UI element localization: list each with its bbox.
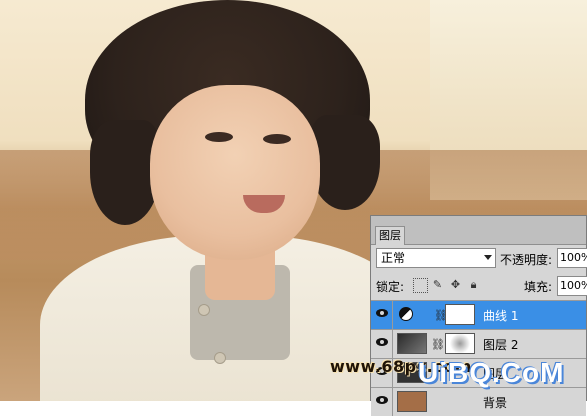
watermark-logo: UiBQ.CoM	[418, 357, 565, 388]
chevron-down-icon	[484, 255, 492, 260]
visibility-toggle[interactable]	[371, 388, 393, 416]
layer-thumb[interactable]	[397, 391, 427, 412]
layer-mask-thumb[interactable]	[445, 304, 475, 325]
child-face	[150, 85, 320, 260]
visibility-toggle[interactable]	[371, 330, 393, 358]
child-eye-left	[205, 132, 233, 142]
adjustment-layer-icon	[399, 307, 413, 321]
layer-name: 背景	[483, 396, 508, 410]
child-eye-right	[263, 134, 291, 144]
layer-name: 图层 2	[483, 338, 519, 352]
lock-row: 锁定: ✎ ✥ 🔒︎ 填充: 100%	[371, 274, 587, 298]
shirt-button	[214, 352, 226, 364]
blend-mode-select[interactable]: 正常	[376, 248, 496, 268]
shirt-button	[198, 304, 210, 316]
panel-tabbar: 图层	[371, 216, 586, 245]
visibility-toggle[interactable]	[371, 301, 393, 329]
layer-row[interactable]: 背景	[371, 387, 586, 416]
layer-mask-thumb[interactable]	[445, 333, 475, 354]
layer-row[interactable]: ⛓ 图层 2	[371, 329, 586, 358]
lock-all-icon[interactable]: 🔒︎	[467, 278, 480, 291]
child-hair-right	[310, 115, 380, 210]
tab-layers[interactable]: 图层	[375, 226, 405, 245]
layer-thumb[interactable]	[397, 333, 427, 354]
blend-row: 正常 不透明度: 100%	[371, 246, 587, 272]
lock-transparent-icon[interactable]	[413, 278, 428, 293]
opacity-input[interactable]: 100%	[557, 248, 587, 268]
eye-icon	[376, 396, 388, 404]
fill-label: 填充:	[524, 280, 553, 294]
eye-icon	[376, 338, 388, 346]
eye-icon	[376, 309, 388, 317]
opacity-label: 不透明度:	[500, 253, 553, 267]
lock-label: 锁定:	[376, 280, 405, 294]
layer-row-curves[interactable]: ⛓ 曲线 1	[371, 300, 586, 329]
layer-name: 曲线 1	[483, 309, 519, 323]
lock-brush-icon[interactable]: ✎	[431, 278, 444, 291]
lock-move-icon[interactable]: ✥	[449, 278, 462, 291]
blend-mode-value: 正常	[381, 251, 406, 265]
fill-input[interactable]: 100%	[557, 276, 587, 296]
link-icon: ⛓	[431, 338, 445, 351]
